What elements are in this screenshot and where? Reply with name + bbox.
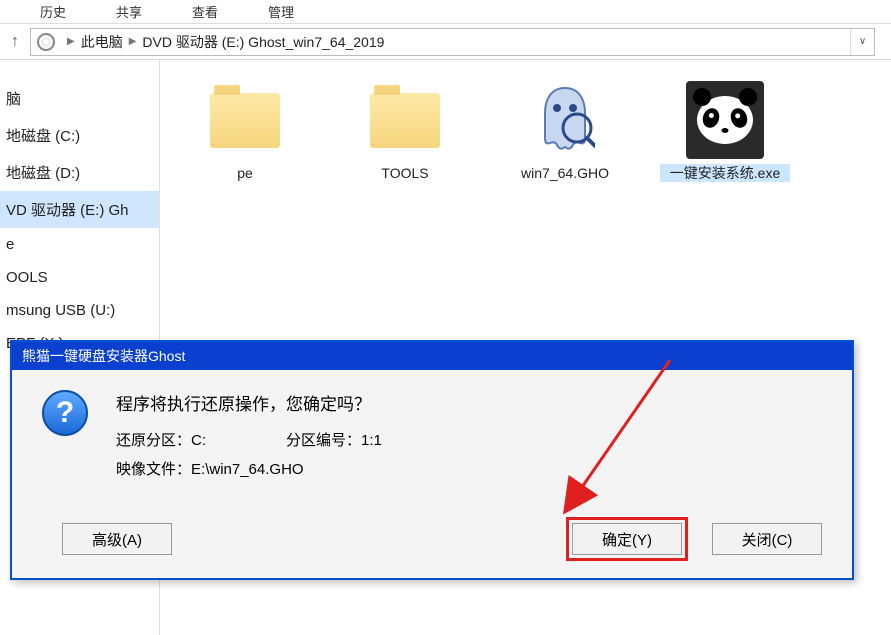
folder-pe[interactable]: pe bbox=[180, 80, 310, 182]
ribbon-tabs: 历史 共享 查看 管理 bbox=[0, 0, 891, 24]
dialog-title: 熊猫一键硬盘安装器Ghost bbox=[12, 342, 852, 370]
sidebar-item-computer[interactable]: 脑 bbox=[0, 80, 159, 117]
tab-view[interactable]: 查看 bbox=[192, 2, 218, 21]
sidebar-item-pe[interactable]: e bbox=[0, 228, 159, 261]
folder-icon bbox=[210, 93, 280, 148]
tab-share[interactable]: 共享 bbox=[116, 2, 142, 21]
sidebar-item-tools[interactable]: OOLS bbox=[0, 261, 159, 294]
dialog-message-area: 程序将执行还原操作，您确定吗？ 还原分区：C:分区编号：1:1 映像文件：E:\… bbox=[116, 390, 822, 487]
breadcrumb-drive[interactable]: DVD 驱动器 (E:) Ghost_win7_64_2019 bbox=[142, 32, 384, 52]
dialog-message: 程序将执行还原操作，您确定吗？ bbox=[116, 390, 822, 415]
question-icon: ? bbox=[42, 390, 88, 436]
advanced-button[interactable]: 高级(A) bbox=[62, 523, 172, 555]
file-win7-gho[interactable]: win7_64.GHO bbox=[500, 80, 630, 182]
dialog-button-row: 高级(A) 确定(Y) 关闭(C) bbox=[12, 507, 852, 571]
address-bar: ↑ ▶ 此电脑 ▶ DVD 驱动器 (E:) Ghost_win7_64_201… bbox=[0, 24, 891, 60]
sidebar-item-disk-d[interactable]: 地磁盘 (D:) bbox=[0, 154, 159, 191]
folder-icon bbox=[370, 93, 440, 148]
file-label: win7_64.GHO bbox=[500, 164, 630, 182]
image-file-info: 映像文件：E:\win7_64.GHO bbox=[116, 458, 822, 479]
ok-highlight: 确定(Y) bbox=[566, 517, 688, 561]
folder-tools[interactable]: TOOLS bbox=[340, 80, 470, 182]
ghost-icon bbox=[535, 83, 595, 158]
sidebar-item-usb-u[interactable]: msung USB (U:) bbox=[0, 294, 159, 327]
tab-manage[interactable]: 管理 bbox=[268, 2, 294, 21]
sidebar-item-dvd-e[interactable]: VD 驱动器 (E:) Gh bbox=[0, 191, 159, 228]
separator-icon: ▶ bbox=[129, 36, 137, 47]
breadcrumb-box[interactable]: ▶ 此电脑 ▶ DVD 驱动器 (E:) Ghost_win7_64_2019 … bbox=[30, 28, 875, 56]
nav-up-button[interactable]: ↑ bbox=[0, 28, 30, 56]
sidebar-item-disk-c[interactable]: 地磁盘 (C:) bbox=[0, 117, 159, 154]
file-label: 一键安装系统.exe bbox=[660, 164, 790, 182]
close-button[interactable]: 关闭(C) bbox=[712, 523, 822, 555]
panda-icon bbox=[686, 81, 764, 159]
file-label: TOOLS bbox=[340, 164, 470, 182]
breadcrumb-this-pc[interactable]: 此电脑 bbox=[81, 32, 123, 52]
dropdown-icon[interactable]: ∨ bbox=[850, 29, 874, 55]
file-label: pe bbox=[180, 164, 310, 182]
disc-icon bbox=[37, 33, 55, 51]
file-installer-exe[interactable]: 一键安装系统.exe bbox=[660, 80, 790, 182]
tab-history[interactable]: 历史 bbox=[40, 2, 66, 21]
ghost-install-dialog: 熊猫一键硬盘安装器Ghost ? 程序将执行还原操作，您确定吗？ 还原分区：C:… bbox=[10, 340, 854, 580]
separator-icon: ▶ bbox=[67, 36, 75, 47]
partition-info: 还原分区：C:分区编号：1:1 bbox=[116, 429, 822, 450]
ok-button[interactable]: 确定(Y) bbox=[572, 523, 682, 555]
